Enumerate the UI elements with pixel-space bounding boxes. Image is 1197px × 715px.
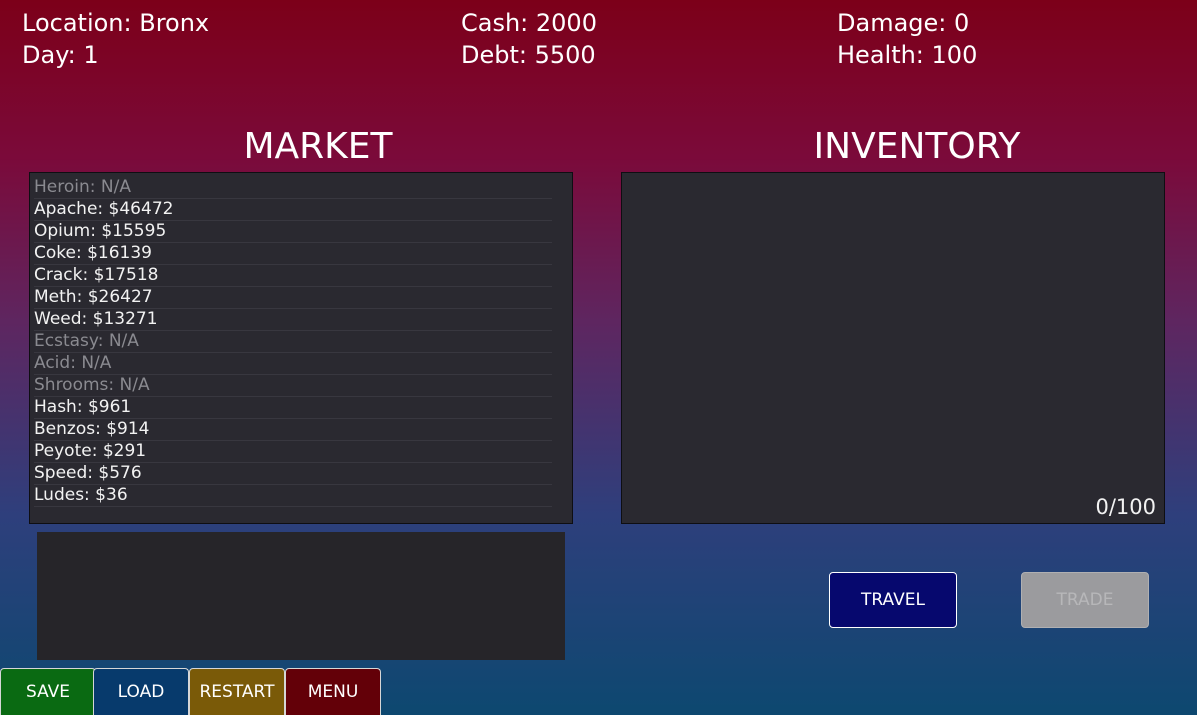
market-item[interactable]: Opium: $15595 [34, 221, 552, 243]
health-label: Health: 100 [837, 41, 978, 69]
inventory-title: INVENTORY [813, 126, 1021, 167]
market-item[interactable]: Coke: $16139 [34, 243, 552, 265]
market-item[interactable]: Crack: $17518 [34, 265, 552, 287]
trade-button[interactable]: TRADE [1021, 572, 1149, 628]
market-item[interactable]: Weed: $13271 [34, 309, 552, 331]
market-item[interactable]: Hash: $961 [34, 397, 552, 419]
day-label: Day: 1 [22, 41, 99, 69]
inventory-capacity: 0/100 [1095, 495, 1156, 519]
restart-button[interactable]: RESTART [189, 668, 285, 715]
market-item[interactable]: Peyote: $291 [34, 441, 552, 463]
load-button[interactable]: LOAD [93, 668, 189, 715]
debt-label: Debt: 5500 [461, 41, 596, 69]
market-item[interactable]: Ludes: $36 [34, 485, 552, 507]
market-title: MARKET [243, 126, 393, 167]
inventory-panel[interactable]: 0/100 [621, 172, 1165, 524]
market-item[interactable]: Meth: $26427 [34, 287, 552, 309]
market-item[interactable]: Apache: $46472 [34, 199, 552, 221]
cash-label: Cash: 2000 [461, 9, 597, 37]
menu-button[interactable]: MENU [285, 668, 381, 715]
market-list[interactable]: Heroin: N/A Apache: $46472 Opium: $15595 Co… [29, 172, 573, 524]
market-item[interactable]: Speed: $576 [34, 463, 552, 485]
market-item[interactable]: Benzos: $914 [34, 419, 552, 441]
market-item[interactable]: Shrooms: N/A [34, 375, 552, 397]
market-item[interactable]: Heroin: N/A [34, 177, 552, 199]
market-item[interactable]: Acid: N/A [34, 353, 552, 375]
location-label: Location: Bronx [22, 9, 210, 37]
market-item[interactable]: Ecstasy: N/A [34, 331, 552, 353]
damage-label: Damage: 0 [837, 9, 970, 37]
save-button[interactable]: SAVE [0, 668, 96, 715]
travel-button[interactable]: TRAVEL [829, 572, 957, 628]
message-box [37, 532, 565, 660]
